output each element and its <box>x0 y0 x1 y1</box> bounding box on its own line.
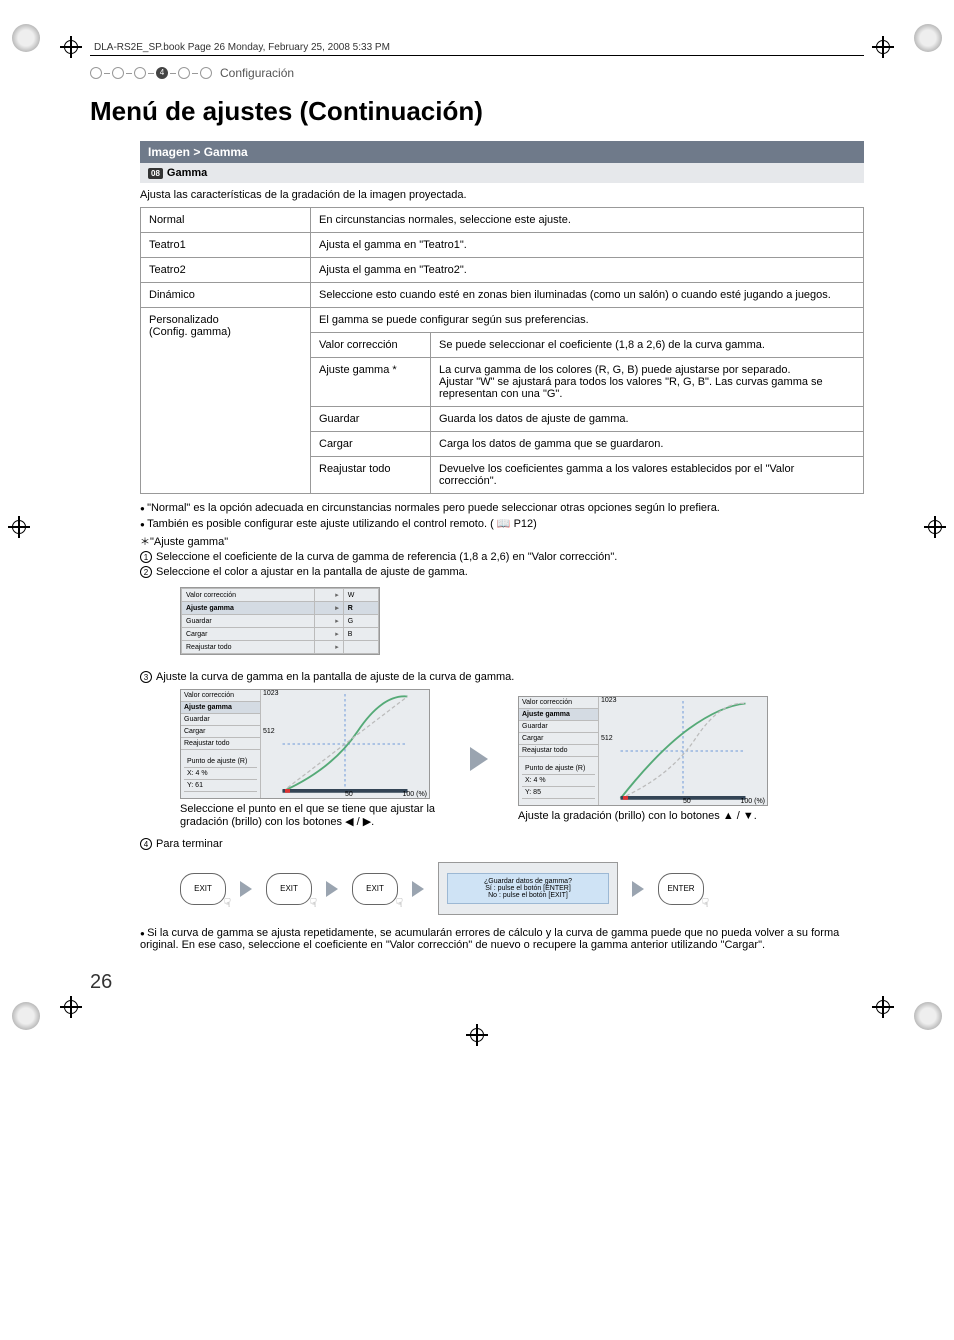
sub-setting-desc: Se puede seleccionar el coeficiente (1,8… <box>431 333 864 358</box>
setting-desc: Ajusta el gamma en "Teatro2". <box>311 258 864 283</box>
exit-sequence: EXIT☟ EXIT☟ EXIT☟ ¿Guardar datos de gamm… <box>180 862 864 915</box>
breadcrumb: 4 Configuración <box>90 66 864 80</box>
graph-caption: Ajuste la gradación (brillo) con lo boto… <box>518 810 757 822</box>
sub-setting-label: Valor corrección <box>311 333 431 358</box>
arrow-right-icon <box>632 881 644 897</box>
page-title: Menú de ajustes (Continuación) <box>90 96 864 127</box>
sub-setting-desc: La curva gamma de los colores (R, G, B) … <box>431 358 864 407</box>
subsection-label: Gamma <box>167 167 207 179</box>
step-chain: 4 <box>90 67 212 79</box>
sub-setting-desc: Guarda los datos de ajuste de gamma. <box>431 407 864 432</box>
setting-desc: El gamma se puede configurar según sus p… <box>311 308 864 333</box>
arrow-right-icon <box>412 881 424 897</box>
graph-caption: Seleccione el punto en el que se tiene q… <box>180 803 440 828</box>
step-line: 3Ajuste la curva de gamma en la pantalla… <box>140 671 864 683</box>
section-header: Imagen > Gamma <box>140 141 864 163</box>
setting-label: Teatro1 <box>141 233 311 258</box>
gamma-settings-table: Normal En circunstancias normales, selec… <box>140 207 864 494</box>
hand-press-icon: ☟ <box>702 896 709 910</box>
item-badge: 08 <box>148 168 163 179</box>
gamma-graph-before: Valor corrección Ajuste gamma Guardar Ca… <box>180 689 430 799</box>
setting-label: Normal <box>141 208 311 233</box>
setting-label: Personalizado (Config. gamma) <box>141 308 311 494</box>
arrow-right-icon <box>470 747 488 771</box>
sub-setting-label: Ajuste gamma * <box>311 358 431 407</box>
note-line: Si la curva de gamma se ajusta repetidam… <box>140 927 864 951</box>
note-line: También es posible configurar este ajust… <box>140 517 864 530</box>
hand-press-icon: ☟ <box>224 896 231 910</box>
footnote-title: "Ajuste gamma" <box>140 533 864 548</box>
sub-setting-desc: Devuelve los coeficientes gamma a los va… <box>431 457 864 494</box>
setting-desc: Seleccione esto cuando esté en zonas bie… <box>311 283 864 308</box>
table-row: Dinámico Seleccione esto cuando esté en … <box>141 283 864 308</box>
enter-button[interactable]: ENTER☟ <box>658 873 704 905</box>
step-line: 4Para terminar <box>140 838 864 850</box>
table-row: Personalizado (Config. gamma) El gamma s… <box>141 308 864 333</box>
sub-setting-label: Guardar <box>311 407 431 432</box>
note-line: "Normal" es la opción adecuada en circun… <box>140 502 864 514</box>
arrow-right-icon <box>326 881 338 897</box>
step-line: 1Seleccione el coeficiente de la curva d… <box>140 551 864 563</box>
page-number: 26 <box>90 971 904 994</box>
book-header: DLA-RS2E_SP.book Page 26 Monday, Februar… <box>90 40 864 56</box>
gamma-curve-icon <box>603 701 763 801</box>
subsection-header: 08 Gamma <box>140 163 864 183</box>
setting-desc: Ajusta el gamma en "Teatro1". <box>311 233 864 258</box>
setting-label: Dinámico <box>141 283 311 308</box>
breadcrumb-label: Configuración <box>220 66 294 80</box>
hand-press-icon: ☟ <box>396 896 403 910</box>
setting-desc: En circunstancias normales, seleccione e… <box>311 208 864 233</box>
setting-label: Teatro2 <box>141 258 311 283</box>
save-dialog: ¿Guardar datos de gamma? Sí : pulse el b… <box>438 862 618 915</box>
gamma-graph-after: Valor corrección Ajuste gamma Guardar Ca… <box>518 696 768 806</box>
arrow-right-icon <box>240 881 252 897</box>
exit-button[interactable]: EXIT☟ <box>180 873 226 905</box>
exit-button[interactable]: EXIT☟ <box>266 873 312 905</box>
notes-block: "Normal" es la opción adecuada en circun… <box>140 502 864 951</box>
step-line: 2Seleccione el color a ajustar en la pan… <box>140 566 864 578</box>
sub-setting-label: Reajustar todo <box>311 457 431 494</box>
table-row: Teatro2 Ajusta el gamma en "Teatro2". <box>141 258 864 283</box>
exit-button[interactable]: EXIT☟ <box>352 873 398 905</box>
sub-setting-desc: Carga los datos de gamma que se guardaro… <box>431 432 864 457</box>
table-row: Teatro1 Ajusta el gamma en "Teatro1". <box>141 233 864 258</box>
osd-menu-mock: Valor corrección▸W Ajuste gamma▸R Guarda… <box>180 587 380 655</box>
sub-setting-label: Cargar <box>311 432 431 457</box>
section-intro: Ajusta las características de la gradaci… <box>140 183 864 207</box>
gamma-curve-icon <box>265 694 425 794</box>
hand-press-icon: ☟ <box>310 896 317 910</box>
page-ref-icon: 📖 <box>497 518 511 530</box>
table-row: Normal En circunstancias normales, selec… <box>141 208 864 233</box>
